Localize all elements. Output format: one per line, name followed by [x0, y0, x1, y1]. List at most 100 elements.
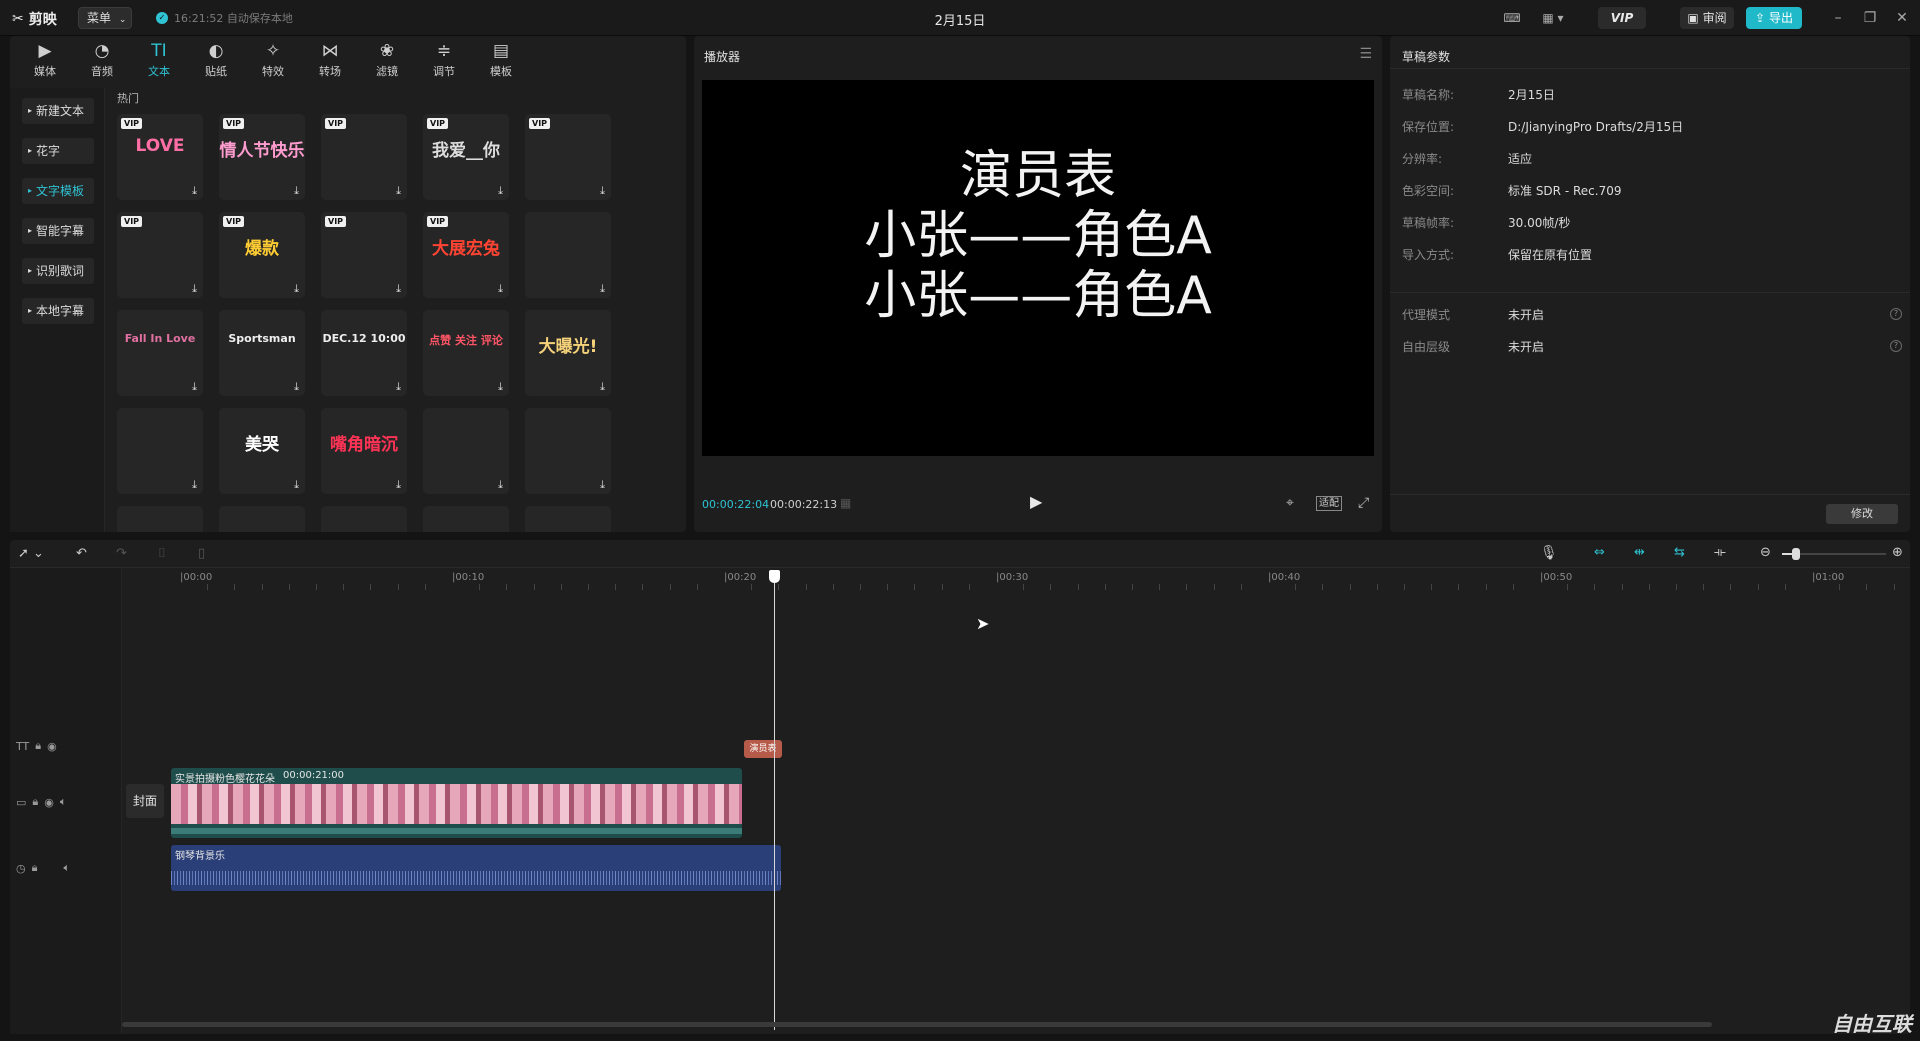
zoom-in-icon[interactable]: ⊕	[1892, 545, 1903, 560]
eye-icon[interactable]: ◉	[44, 796, 54, 809]
horizontal-scrollbar[interactable]	[122, 1022, 1712, 1027]
text-template-card[interactable]: VIP 我爱__你 ⤓	[423, 114, 509, 200]
text-template-card[interactable]	[321, 506, 407, 532]
menu-button[interactable]: 菜单 ⌄	[78, 7, 132, 29]
download-icon[interactable]: ⤓	[498, 185, 503, 196]
download-icon[interactable]: ⤓	[396, 381, 401, 392]
sidebar-item[interactable]: ▸ 花字	[22, 138, 94, 164]
help-icon[interactable]: ?	[1890, 308, 1902, 320]
sidebar-item[interactable]: ▸ 本地字幕	[22, 298, 94, 324]
text-template-card[interactable]: 美哭 ⤓	[219, 408, 305, 494]
text-template-card[interactable]: VIP LOVE ⤓	[117, 114, 203, 200]
volume-icon[interactable]: 🔈︎	[63, 861, 70, 875]
audio-clip[interactable]: 钢琴背景乐	[171, 845, 781, 891]
preview-screen[interactable]: 演员表 小张——角色A 小张——角色A	[702, 80, 1374, 456]
text-clip[interactable]: 演员表	[744, 740, 782, 758]
text-template-card[interactable]: VIP 爆款 ⤓	[219, 212, 305, 298]
tab-media[interactable]: ▶ 媒体	[20, 40, 70, 84]
tab-adjust[interactable]: ≑ 调节	[419, 40, 469, 84]
text-template-card[interactable]: VIP ⤓	[525, 114, 611, 200]
select-tool-icon[interactable]: ➚ ⌄	[18, 546, 44, 561]
volume-icon[interactable]: 🔈︎	[60, 795, 67, 809]
play-icon[interactable]: ▶	[1030, 492, 1042, 511]
zoom-out-icon[interactable]: ⊖	[1760, 545, 1771, 560]
download-icon[interactable]: ⤓	[294, 283, 299, 294]
text-template-card[interactable]: Sportsman ⤓	[219, 310, 305, 396]
tab-text[interactable]: TI 文本	[134, 40, 184, 84]
text-template-card[interactable]: 点赞 关注 评论 ⤓	[423, 310, 509, 396]
delete-icon[interactable]: ▯	[198, 546, 205, 561]
text-template-card[interactable]: VIP 情人节快乐 ⤓	[219, 114, 305, 200]
text-template-card[interactable]: ⤓	[117, 408, 203, 494]
playhead-handle[interactable]	[769, 570, 780, 583]
download-icon[interactable]: ⤓	[498, 479, 503, 490]
tab-audio[interactable]: ◔ 音频	[77, 40, 127, 84]
text-template-card[interactable]	[117, 506, 203, 532]
text-template-card[interactable]: ⤓	[525, 212, 611, 298]
tab-transition[interactable]: ⋈ 转场	[305, 40, 355, 84]
download-icon[interactable]: ⤓	[294, 479, 299, 490]
fullscreen-crop-icon[interactable]: ⌖	[1286, 495, 1294, 511]
text-template-card[interactable]: VIP ⤓	[117, 212, 203, 298]
shortcut-icon[interactable]: ⌨	[1500, 7, 1524, 29]
download-icon[interactable]: ⤓	[294, 185, 299, 196]
download-icon[interactable]: ⤓	[192, 479, 197, 490]
tab-filter[interactable]: ❀ 滤镜	[362, 40, 412, 84]
time-ruler[interactable]: |00:00 |00:10 |00:20 |00:30 |00:40 |00:50 |01:…	[122, 570, 1910, 592]
download-icon[interactable]: ⤓	[600, 283, 605, 294]
help-icon[interactable]: ?	[1890, 340, 1902, 352]
minimize-icon[interactable]: –	[1826, 8, 1850, 28]
zoom-slider-handle[interactable]	[1792, 548, 1800, 560]
download-icon[interactable]: ⤓	[600, 479, 605, 490]
review-button[interactable]: ▣ 审阅	[1680, 7, 1734, 29]
text-template-card[interactable]: 嘴角暗沉 ⤓	[321, 408, 407, 494]
download-icon[interactable]: ⤓	[192, 381, 197, 392]
download-icon[interactable]: ⤓	[192, 185, 197, 196]
sidebar-item[interactable]: ▸ 文字模板	[22, 178, 94, 204]
text-template-card[interactable]: VIP 大展宏兔 ⤓	[423, 212, 509, 298]
download-icon[interactable]: ⤓	[498, 283, 503, 294]
cover-button[interactable]: 封面	[126, 784, 164, 818]
vip-button[interactable]: VIP	[1598, 7, 1646, 29]
text-template-card[interactable]: Fall In Love ⤓	[117, 310, 203, 396]
eye-icon[interactable]: ◉	[47, 740, 57, 753]
sidebar-item[interactable]: ▸ 识别歌词	[22, 258, 94, 284]
tab-sticker[interactable]: ◐ 贴纸	[191, 40, 241, 84]
text-template-card[interactable]	[525, 506, 611, 532]
sidebar-item[interactable]: ▸ 智能字幕	[22, 218, 94, 244]
text-template-card[interactable]: ⤓	[525, 408, 611, 494]
redo-icon[interactable]: ↷	[116, 546, 127, 561]
text-template-card[interactable]: VIP ⤓	[321, 114, 407, 200]
undo-icon[interactable]: ↶	[76, 546, 87, 561]
zoom-slider[interactable]	[1782, 548, 1886, 560]
restore-icon[interactable]: ❐	[1858, 8, 1882, 28]
main-track-magnet-icon[interactable]: ⇔	[1594, 545, 1605, 560]
download-icon[interactable]: ⤓	[600, 185, 605, 196]
microphone-icon[interactable]: 🎙	[1540, 545, 1558, 561]
lock-icon[interactable]: 🔒︎	[32, 795, 38, 809]
ratio-button[interactable]: 适配	[1316, 496, 1342, 511]
player-menu-icon[interactable]: ☰	[1359, 46, 1372, 62]
text-template-card[interactable]: VIP ⤓	[321, 212, 407, 298]
sidebar-item[interactable]: ▸ 新建文本	[22, 98, 94, 124]
download-icon[interactable]: ⤓	[396, 185, 401, 196]
text-template-card[interactable]	[219, 506, 305, 532]
download-icon[interactable]: ⤓	[600, 381, 605, 392]
download-icon[interactable]: ⤓	[396, 283, 401, 294]
tab-template[interactable]: ▤ 模板	[476, 40, 526, 84]
export-button[interactable]: ⇪ 导出	[1746, 7, 1802, 29]
lock-icon[interactable]: 🔒︎	[35, 739, 41, 753]
layout-icon[interactable]: ▦ ▾	[1536, 7, 1570, 29]
download-icon[interactable]: ⤓	[294, 381, 299, 392]
text-template-card[interactable]: 大曝光! ⤓	[525, 310, 611, 396]
tab-effects[interactable]: ✧ 特效	[248, 40, 298, 84]
fullscreen-icon[interactable]: ⤢	[1358, 495, 1369, 511]
download-icon[interactable]: ⤓	[192, 283, 197, 294]
timecode-grid-icon[interactable]: ▦	[840, 496, 851, 510]
video-clip[interactable]: 实景拍摄粉色樱花花朵 00:00:21:00	[171, 768, 742, 838]
download-icon[interactable]: ⤓	[396, 479, 401, 490]
lock-icon[interactable]: 🔒︎	[32, 861, 38, 875]
preview-axis-icon[interactable]: ⟛	[1714, 545, 1726, 560]
text-template-card[interactable]: ⤓	[423, 408, 509, 494]
modify-button[interactable]: 修改	[1826, 504, 1898, 524]
